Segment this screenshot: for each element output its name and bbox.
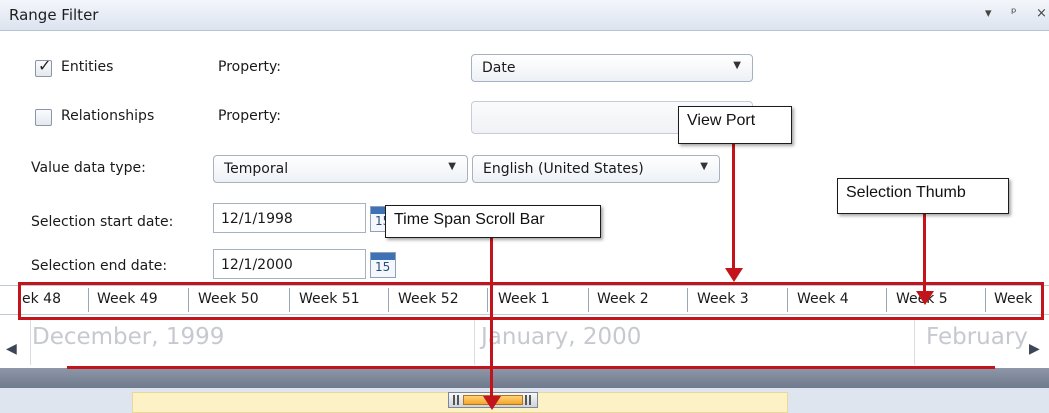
close-icon[interactable]: × [1036,6,1047,21]
entities-property-value: Date [482,60,516,76]
month-label: December, 1999 [32,324,225,350]
checkmark-icon: ✓ [38,56,52,75]
start-date-input[interactable]: 12/1/1998 [213,203,366,233]
scroll-left-icon[interactable]: ◀ [6,341,17,357]
dropdown-icon[interactable]: ▾ [985,6,992,21]
end-date-label: Selection end date: [31,258,168,274]
scroll-right-icon[interactable]: ▶ [1029,341,1040,357]
calendar-icon[interactable]: 15 [370,252,396,278]
relationships-label: Relationships [61,108,155,124]
entities-checkbox[interactable]: ✓ [35,56,52,77]
chevron-down-icon: ▼ [733,60,741,71]
pin-icon[interactable]: ᵖ [1011,6,1017,21]
entities-property-combo[interactable]: Date ▼ [471,54,753,82]
month-ruler: December, 1999 January, 2000 February ◀ … [0,315,1049,368]
titlebar: Range Filter ▾ ᵖ × [0,0,1049,31]
culture-combo[interactable]: English (United States) ▼ [472,155,720,183]
value-type-value: Temporal [224,161,289,177]
relationships-property-label: Property: [218,108,281,124]
relationships-checkbox[interactable] [35,109,52,126]
start-date-label: Selection start date: [31,214,174,230]
chevron-down-icon: ▼ [700,161,708,172]
month-label: February [926,324,1028,350]
view-port-callout: View Port [678,106,792,144]
start-date-value: 12/1/1998 [221,211,293,227]
view-port-pointer [732,144,735,272]
scroll-bar-callout: Time Span Scroll Bar [385,205,601,238]
entities-property-label: Property: [218,59,281,75]
selection-thumb-pointer [923,212,926,296]
panel-title: Range Filter [9,6,99,24]
end-date-value: 12/1/2000 [221,257,293,273]
selection-top-line [67,317,995,320]
end-date-input[interactable]: 12/1/2000 [213,249,366,279]
chevron-down-icon: ▼ [448,161,456,172]
value-type-combo[interactable]: Temporal ▼ [213,155,468,183]
view-port-highlight [18,282,1044,320]
selection-thumb-callout: Selection Thumb [837,178,1009,214]
entities-label: Entities [61,59,114,75]
selection-band [0,368,1049,388]
value-type-label: Value data type: [31,160,146,176]
month-label: January, 2000 [481,324,642,350]
selection-bottom-line [67,366,995,369]
scroll-bar-pointer [490,237,493,400]
culture-value: English (United States) [483,161,644,177]
